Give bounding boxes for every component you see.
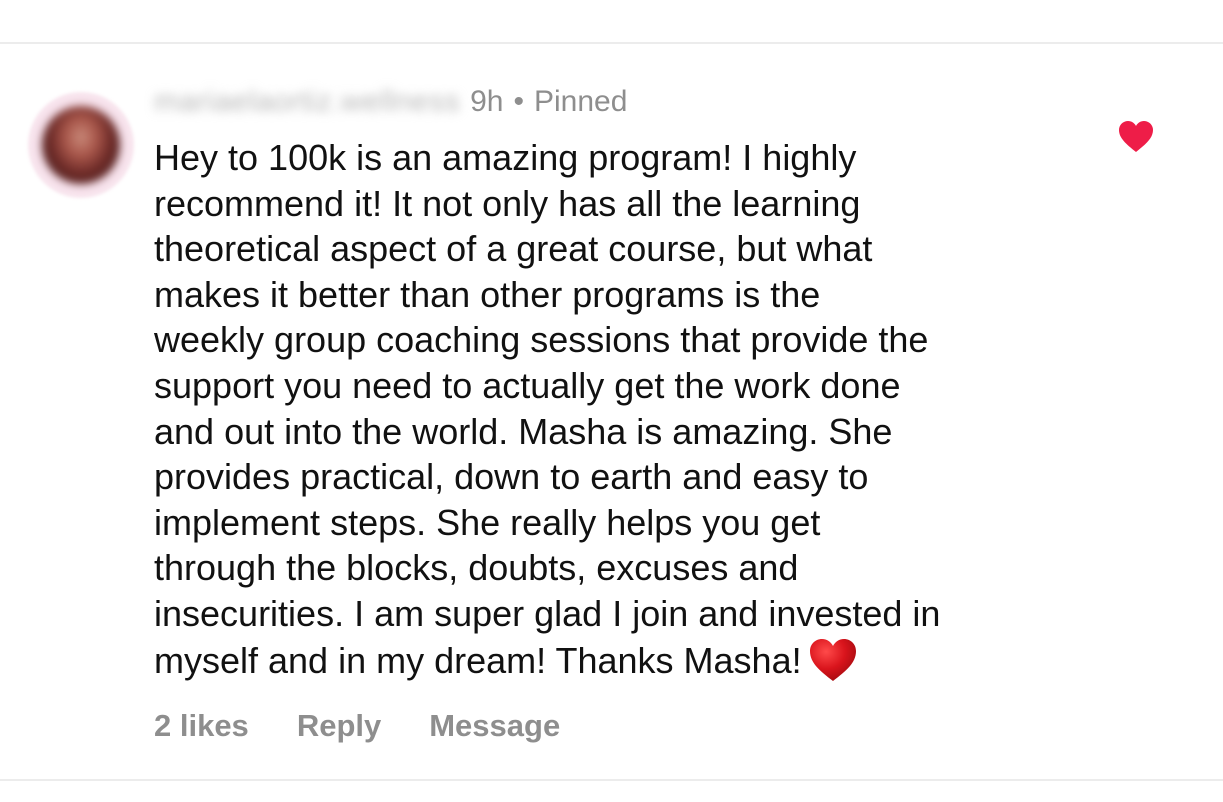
comment-line: provides practical, down to earth and ea…: [154, 456, 869, 498]
comment-timestamp: 9h: [470, 85, 504, 118]
comment-meta: mariaelaortiz.wellness 9h • Pinned: [154, 82, 627, 122]
comment-line: weekly group coaching sessions that prov…: [154, 319, 929, 361]
avatar[interactable]: [28, 92, 134, 198]
reply-button[interactable]: Reply: [297, 708, 381, 744]
comment-line-last: myself and in my dream! Thanks Masha!: [154, 637, 1084, 684]
username-link[interactable]: mariaelaortiz.wellness: [154, 85, 460, 119]
comment-line-text: myself and in my dream! Thanks Masha!: [154, 639, 802, 681]
message-button[interactable]: Message: [429, 708, 560, 744]
comment-text: Hey to 100k is an amazing program! I hig…: [154, 135, 1084, 683]
comment-line: Hey to 100k is an amazing program! I hig…: [154, 137, 857, 178]
comment-line: support you need to actually get the wor…: [154, 364, 901, 406]
meta-separator: •: [513, 85, 524, 118]
bottom-divider: [0, 779, 1223, 781]
comment-line: insecurities. I am super glad I join and…: [154, 592, 941, 634]
comment-line: makes it better than other programs is t…: [154, 273, 821, 315]
comment-line: through the blocks, doubts, excuses and: [154, 547, 799, 589]
pinned-label: Pinned: [534, 85, 628, 118]
comment-line: theoretical aspect of a great course, bu…: [154, 228, 873, 270]
comment-line: implement steps. She really helps you ge…: [154, 501, 821, 543]
red-heart-emoji: [809, 638, 856, 681]
likes-count-link[interactable]: 2 likes: [154, 708, 249, 744]
comment-line: and out into the world. Masha is amazing…: [154, 410, 893, 452]
comment-actions: 2 likes Reply Message: [154, 704, 608, 748]
comment-line: recommend it! It not only has all the le…: [154, 182, 861, 224]
heart-filled-icon: [1119, 121, 1153, 152]
avatar-photo: [42, 106, 120, 184]
like-button[interactable]: [1118, 120, 1154, 154]
top-divider: [0, 42, 1223, 44]
